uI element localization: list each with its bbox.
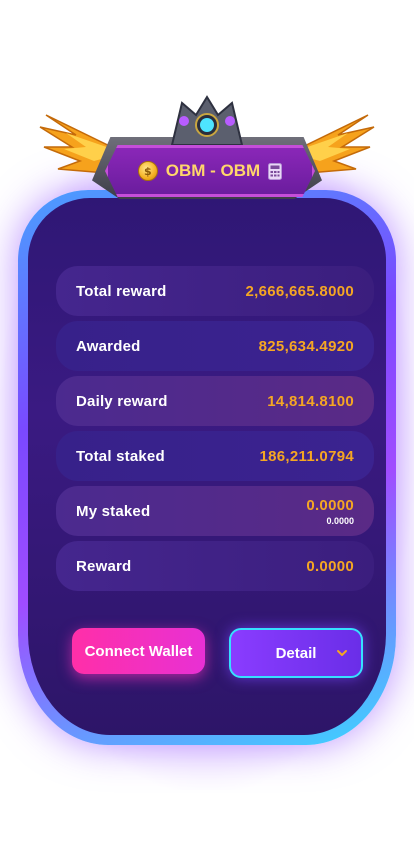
detail-button[interactable]: Detail	[229, 628, 363, 678]
title-plaque: $ OBM - OBM	[105, 145, 315, 197]
stat-label: Daily reward	[76, 392, 168, 410]
stats-list: Total reward 2,666,665.8000 Awarded 825,…	[56, 266, 374, 596]
stat-row-daily-reward: Daily reward 14,814.8100	[56, 376, 374, 426]
stat-row-total-staked: Total staked 186,211.0794	[56, 431, 374, 481]
connect-wallet-button[interactable]: Connect Wallet	[72, 628, 205, 674]
stat-value: 0.0000	[306, 557, 354, 575]
stat-label: My staked	[76, 502, 151, 520]
pool-card: Total reward 2,666,665.8000 Awarded 825,…	[18, 190, 396, 745]
stat-sub-value: 0.0000	[326, 515, 354, 526]
coin-icon: $	[137, 161, 158, 181]
stat-row-reward: Reward 0.0000	[56, 541, 374, 591]
pool-card-body: Total reward 2,666,665.8000 Awarded 825,…	[28, 198, 386, 735]
stat-label: Awarded	[76, 337, 141, 355]
stat-value: 186,211.0794	[259, 447, 354, 465]
stat-value: 825,634.4920	[258, 337, 354, 355]
stat-value: 14,814.8100	[267, 392, 354, 410]
calculator-icon[interactable]	[268, 162, 283, 180]
gem-crest-icon	[170, 95, 244, 146]
stat-value: 0.0000	[306, 496, 354, 514]
stat-label: Total staked	[76, 447, 165, 465]
chevron-down-icon	[337, 650, 347, 656]
stat-row-total-reward: Total reward 2,666,665.8000	[56, 266, 374, 316]
stat-row-awarded: Awarded 825,634.4920	[56, 321, 374, 371]
card-header: $ OBM - OBM	[0, 95, 414, 205]
stat-label: Total reward	[76, 282, 167, 300]
stat-label: Reward	[76, 557, 132, 575]
stat-row-my-staked: My staked 0.0000 0.0000	[56, 486, 374, 536]
stat-value: 2,666,665.8000	[245, 282, 354, 300]
detail-button-label: Detail	[275, 644, 317, 662]
stat-value-group: 0.0000 0.0000	[306, 497, 354, 526]
pool-title: OBM - OBM	[165, 161, 261, 180]
